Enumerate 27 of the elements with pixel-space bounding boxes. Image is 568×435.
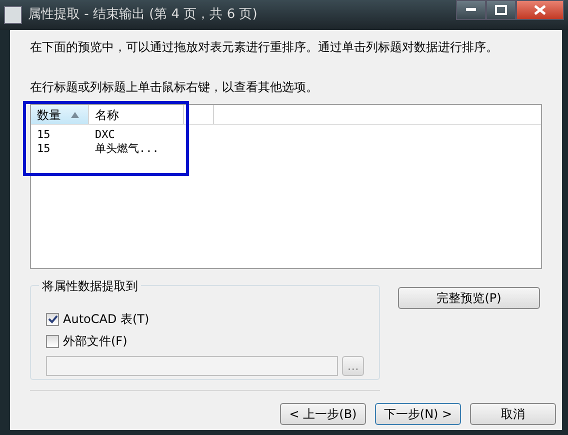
minimize-icon — [466, 8, 476, 12]
table-cell-text: 15 — [36, 128, 52, 142]
checkbox[interactable] — [46, 312, 59, 326]
close-button[interactable] — [516, 0, 564, 20]
minimize-button[interactable] — [456, 0, 486, 20]
maximize-button[interactable] — [486, 0, 516, 20]
close-icon — [534, 5, 546, 15]
instruction-text: 在行标题或列标题上单击鼠标右键，以查看其他选项。 — [29, 79, 319, 96]
group-title: 将属性数据提取到 — [39, 277, 141, 295]
sort-ascending-icon — [71, 112, 79, 118]
table-cell-text: 15 — [36, 142, 52, 156]
checkbox-label: 外部文件(F) — [63, 333, 128, 350]
table-cell-text: 单头燃气... — [94, 142, 160, 156]
window-title: 属性提取 - 结束输出 (第 4 页，共 6 页) — [28, 6, 258, 24]
full-preview-button[interactable]: 完整预览(P) — [398, 287, 540, 309]
maximize-icon — [495, 5, 507, 15]
app-icon — [4, 6, 22, 24]
table-cell-text: DXC — [94, 128, 116, 142]
cancel-button[interactable]: 取消 — [470, 403, 556, 425]
checkbox-label: AutoCAD 表(T) — [63, 311, 150, 328]
column-header[interactable]: 名称 — [89, 105, 184, 124]
back-button[interactable]: < 上一步(B) — [280, 403, 366, 425]
instruction-text: 在下面的预览中，可以通过拖放对表元素进行重排序。通过单击列标题对数据进行排序。 — [29, 39, 499, 56]
checkbox[interactable] — [46, 334, 59, 348]
column-header[interactable]: 数量 — [31, 105, 89, 124]
path-field[interactable] — [46, 356, 338, 376]
next-button[interactable]: 下一步(N) > — [375, 403, 461, 425]
